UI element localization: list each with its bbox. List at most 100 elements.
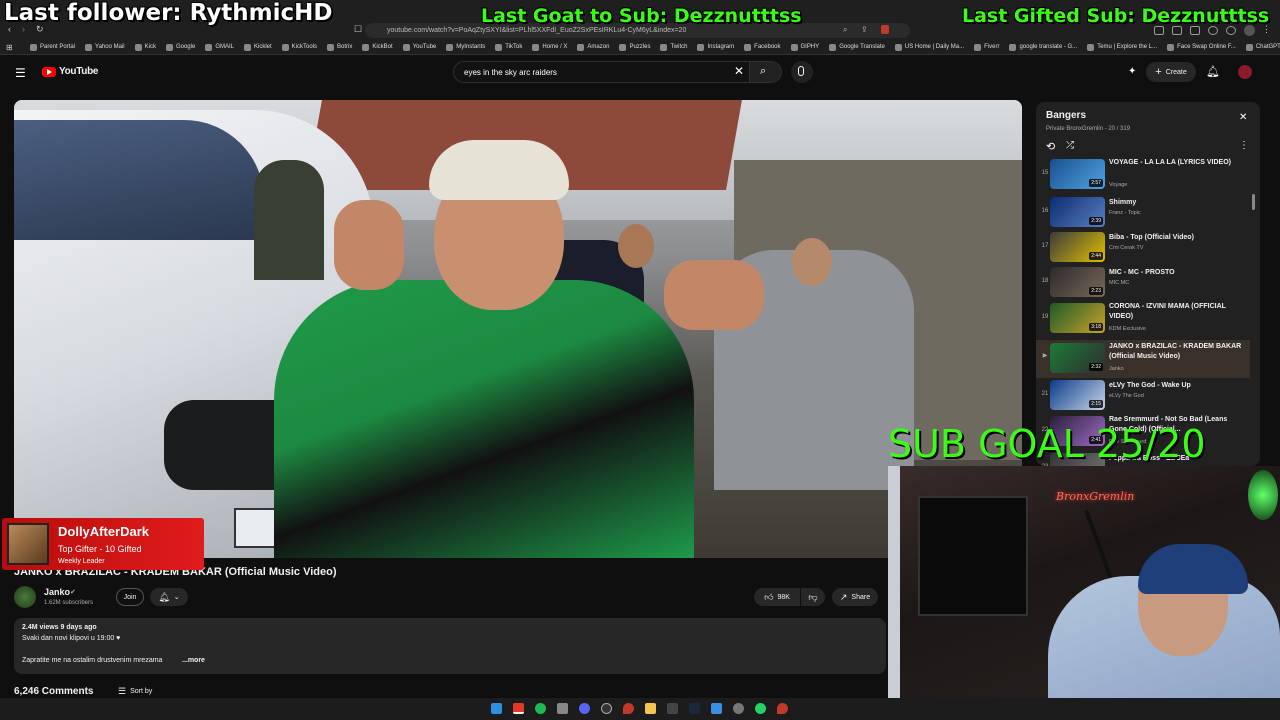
shield-icon[interactable] [881, 25, 889, 34]
browser-icon[interactable] [513, 703, 524, 714]
bookmark-item[interactable]: Amazon [577, 43, 609, 51]
notifications-bell-icon[interactable]: 🔔︎ [1206, 65, 1220, 78]
webcam-feed: BronxGremlin [888, 466, 1280, 720]
playlist-thumbnail: 2:44 [1050, 232, 1105, 262]
bookmark-label: Fiverr [984, 44, 1000, 50]
bookmark-label: KickTools [291, 44, 317, 50]
playlist-item-index: 15 [1041, 170, 1049, 176]
bookmark-item[interactable]: GIPHY [790, 43, 819, 51]
bookmark-label: Google Translate [839, 44, 885, 50]
duration-badge: 2:39 [1089, 217, 1103, 225]
channel-avatar[interactable] [14, 586, 36, 608]
playlist-item[interactable]: 18 2:23 MIC - MC - PROSTO MIC MC [1036, 266, 1250, 300]
bookmark-item[interactable]: Yahoo Mail [85, 43, 125, 51]
youtube-logo[interactable]: YouTube [42, 66, 99, 77]
bookmark-item[interactable]: Face Swap Online F... [1167, 43, 1236, 51]
clear-search-icon[interactable]: ✕ [734, 64, 744, 78]
sort-comments-button[interactable]: ☰ Sort by [118, 686, 152, 697]
bookmark-item[interactable]: KickBot [362, 43, 393, 51]
search-input[interactable]: eyes in the sky arc raiders [453, 61, 750, 83]
share-button[interactable]: ↗ Share [832, 588, 878, 606]
description-box[interactable]: 2.4M views 9 days ago Svaki dan novi kli… [14, 618, 886, 674]
playlist-item[interactable]: 16 2:39 Shimmy Franz - Topic [1036, 196, 1250, 230]
hamburger-menu-icon[interactable]: ☰ [15, 66, 26, 80]
spotify-icon[interactable] [535, 703, 546, 714]
bookmark-item[interactable]: US Home | Daily Ma... [894, 43, 964, 51]
bookmark-item[interactable]: Kick [134, 43, 156, 51]
extension-puzzle-icon[interactable]: ✦ [1128, 66, 1136, 77]
zoom-icon[interactable]: ⌕ [843, 25, 847, 35]
steam-icon[interactable] [689, 703, 700, 714]
bookmark-item[interactable]: Kicklet [243, 43, 272, 51]
playlist-item[interactable]: 21 2:15 eLVy The God - Wake Up eLVy The … [1036, 379, 1250, 413]
photos-icon[interactable] [711, 703, 722, 714]
video-player[interactable] [14, 100, 1022, 558]
apps-icon[interactable]: ⊞ [6, 43, 13, 52]
channel-name[interactable]: Janko [44, 587, 70, 597]
video-car-window [14, 120, 264, 240]
join-button[interactable]: Join [116, 588, 144, 606]
avatar[interactable] [1238, 65, 1252, 79]
duration-badge: 2:44 [1089, 252, 1103, 260]
duration-badge: 3:18 [1089, 323, 1103, 331]
bookmark-item[interactable]: google translate - G... [1009, 43, 1077, 51]
bookmark-item[interactable]: Instagram [697, 43, 734, 51]
search-button[interactable]: ⌕ [750, 61, 782, 83]
bookmark-favicon-icon [165, 43, 173, 51]
whatsapp-icon[interactable] [755, 703, 766, 714]
settings-gear-icon[interactable] [733, 703, 744, 714]
youtube-play-icon [42, 66, 56, 77]
bookmark-label: KickBot [372, 44, 393, 50]
bookmark-item[interactable]: Botrix [327, 43, 352, 51]
bookmark-item[interactable]: Fiverr [974, 43, 1000, 51]
bookmark-item[interactable]: Home / X [532, 43, 567, 51]
playlist-menu-icon[interactable]: ⋮ [1239, 140, 1249, 151]
subscriber-count: 1.62M subscribers [44, 600, 94, 606]
folder-icon[interactable] [645, 703, 656, 714]
bookmark-item[interactable]: GMAIL [205, 43, 234, 51]
playlist-thumbnail: 2:32 [1050, 343, 1105, 373]
like-button[interactable]: 👍︎ 98K [754, 588, 800, 606]
sort-label: Sort by [130, 688, 153, 695]
app-icon[interactable] [557, 703, 568, 714]
dislike-button[interactable]: 👎︎ [801, 588, 825, 606]
bookmark-label: GMAIL [215, 44, 234, 50]
obs-icon[interactable] [601, 703, 612, 714]
discord-icon[interactable] [579, 703, 590, 714]
bookmark-item[interactable]: Google Translate [829, 43, 885, 51]
loop-icon[interactable]: ⟲ [1046, 140, 1055, 153]
bookmark-item[interactable]: ChatGPT [1245, 43, 1280, 51]
playlist-item[interactable]: 17 2:44 Biba - Top (Official Video) Cmi … [1036, 231, 1250, 265]
close-playlist-icon[interactable]: ✕ [1239, 112, 1247, 123]
app-icon[interactable] [667, 703, 678, 714]
bookmark-item[interactable]: Google [165, 43, 195, 51]
windows-start-icon[interactable] [491, 703, 502, 714]
bookmark-item[interactable]: Puzzles [619, 43, 650, 51]
voice-search-button[interactable] [791, 61, 813, 83]
subscribe-notifications-button[interactable]: 🔔︎ ⌄ [150, 588, 188, 606]
webcam-streamer-cap [1138, 544, 1248, 594]
bookmark-favicon-icon [1245, 43, 1253, 51]
browser-extension-icons: ⌕ ⇪ [835, 25, 905, 37]
bookmark-item[interactable]: Twitch [660, 43, 687, 51]
playlist-scrollbar[interactable] [1252, 194, 1255, 210]
playlist-item-channel: Voyage [1109, 182, 1128, 188]
bookmark-item[interactable]: MyInstants [446, 43, 485, 51]
bookmark-item[interactable]: YouTube [402, 43, 436, 51]
bookmark-star-icon[interactable]: ☐ [354, 24, 362, 35]
bookmark-item[interactable]: Temu | Explore the L... [1087, 43, 1157, 51]
bookmark-item[interactable]: KickTools [281, 43, 317, 51]
pin-icon[interactable] [777, 703, 788, 714]
share-icon[interactable]: ⇪ [861, 25, 868, 34]
bookmark-item[interactable]: Parent Portal [30, 43, 75, 51]
bookmark-item[interactable]: Facebook [744, 43, 781, 51]
shuffle-icon[interactable]: ⤮ [1066, 140, 1074, 151]
show-more-link[interactable]: ...more [182, 657, 205, 664]
create-button[interactable]: + Create [1146, 62, 1196, 82]
bookmark-item[interactable]: TikTok [495, 43, 522, 51]
playlist-item-current[interactable]: ▶ 2:32 JANKO x BRAZILAC - KRADEM BAKAR (… [1036, 340, 1250, 378]
playlist-item[interactable]: 19 3:18 CORONA - IZVINI MAMA (OFFICIAL V… [1036, 302, 1250, 336]
pin-icon[interactable] [623, 703, 634, 714]
bookmark-favicon-icon [619, 43, 627, 51]
playlist-item[interactable]: 15 2:57 VOYAGE - LA LA LA (LYRICS VIDEO)… [1036, 158, 1250, 192]
